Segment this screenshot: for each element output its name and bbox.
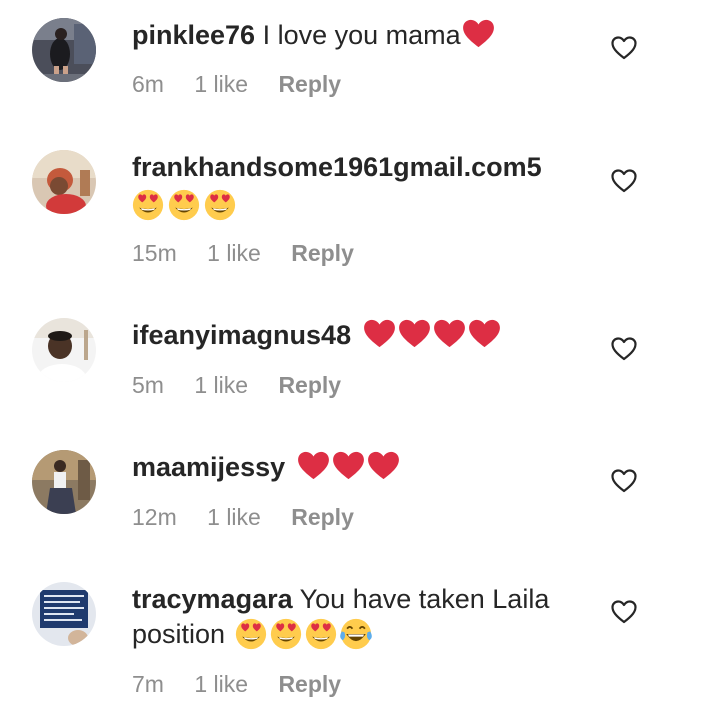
comment-time: 5m [132,372,164,398]
comment-text: I love you mama [262,20,461,50]
avatar[interactable] [32,582,96,646]
red-heart-emoji [433,319,466,348]
emoji-group [233,618,372,654]
heart-eyes-emoji [235,618,267,650]
reply-button[interactable]: Reply [291,504,354,531]
like-heart-icon[interactable] [611,600,637,626]
comment-like-count[interactable]: 1 like [194,71,248,98]
avatar[interactable] [32,150,96,214]
emoji-group [359,319,501,354]
comment-item: pinklee76 I love you mama 6m 1 like Repl… [0,0,720,130]
comment-meta: 15m 1 like Reply [132,240,354,267]
like-heart-icon[interactable] [611,169,637,195]
comment-item: frankhandsome1961gmail.com5 15m 1 like R… [0,130,720,300]
comment-time: 12m [132,504,177,530]
comment-username[interactable]: pinklee76 [132,20,255,50]
red-heart-emoji [363,319,396,348]
red-heart-emoji [332,451,365,480]
emoji-group [293,451,400,486]
like-heart-icon[interactable] [611,36,637,62]
comment-like-count[interactable]: 1 like [194,671,248,698]
comment-username[interactable]: maamijessy [132,452,285,482]
comment-username[interactable]: tracymagara [132,584,293,614]
comment-body: pinklee76 I love you mama [132,18,592,54]
comment-meta: 5m 1 like Reply [132,372,341,399]
red-heart-emoji [367,451,400,480]
avatar[interactable] [32,318,96,382]
comment-item: tracymagara You have taken Laila positio… [0,564,720,707]
like-heart-icon[interactable] [611,337,637,363]
red-heart-emoji [297,451,330,480]
comment-like-count[interactable]: 1 like [207,240,261,267]
comment-time: 6m [132,71,164,97]
avatar[interactable] [32,18,96,82]
comment-meta: 12m 1 like Reply [132,504,354,531]
red-heart-emoji [468,319,501,348]
comment-body: maamijessy [132,450,592,486]
heart-eyes-emoji [305,618,337,650]
like-heart-icon[interactable] [611,469,637,495]
reply-button[interactable]: Reply [278,71,341,98]
comment-username[interactable]: frankhandsome1961gmail.com5 [132,152,542,182]
comment-body: frankhandsome1961gmail.com5 [132,150,592,221]
comment-item: ifeanyimagnus48 5m 1 like Reply [0,300,720,432]
comment-username[interactable]: ifeanyimagnus48 [132,320,351,350]
comment-meta: 7m 1 like Reply [132,671,341,698]
heart-eyes-emoji [204,189,236,221]
comment-body: tracymagara You have taken Laila positio… [132,582,592,654]
heart-eyes-emoji [132,189,164,221]
comment-text: position [132,619,226,649]
red-heart-emoji [462,19,495,48]
heart-eyes-emoji [270,618,302,650]
tears-of-joy-emoji [340,618,372,650]
reply-button[interactable]: Reply [278,671,341,698]
red-heart-emoji [398,319,431,348]
comment-text: You have taken Laila [299,584,550,614]
reply-button[interactable]: Reply [278,372,341,399]
emoji-group [461,19,495,54]
comment-time: 15m [132,240,177,266]
comment-like-count[interactable]: 1 like [207,504,261,531]
heart-eyes-emoji [168,189,200,221]
comment-like-count[interactable]: 1 like [194,372,248,399]
emoji-group [132,186,592,221]
comment-meta: 6m 1 like Reply [132,71,341,98]
comment-item: maamijessy 12m 1 like Reply [0,432,720,564]
reply-button[interactable]: Reply [291,240,354,267]
comment-time: 7m [132,671,164,697]
comment-body: ifeanyimagnus48 [132,318,592,354]
avatar[interactable] [32,450,96,514]
